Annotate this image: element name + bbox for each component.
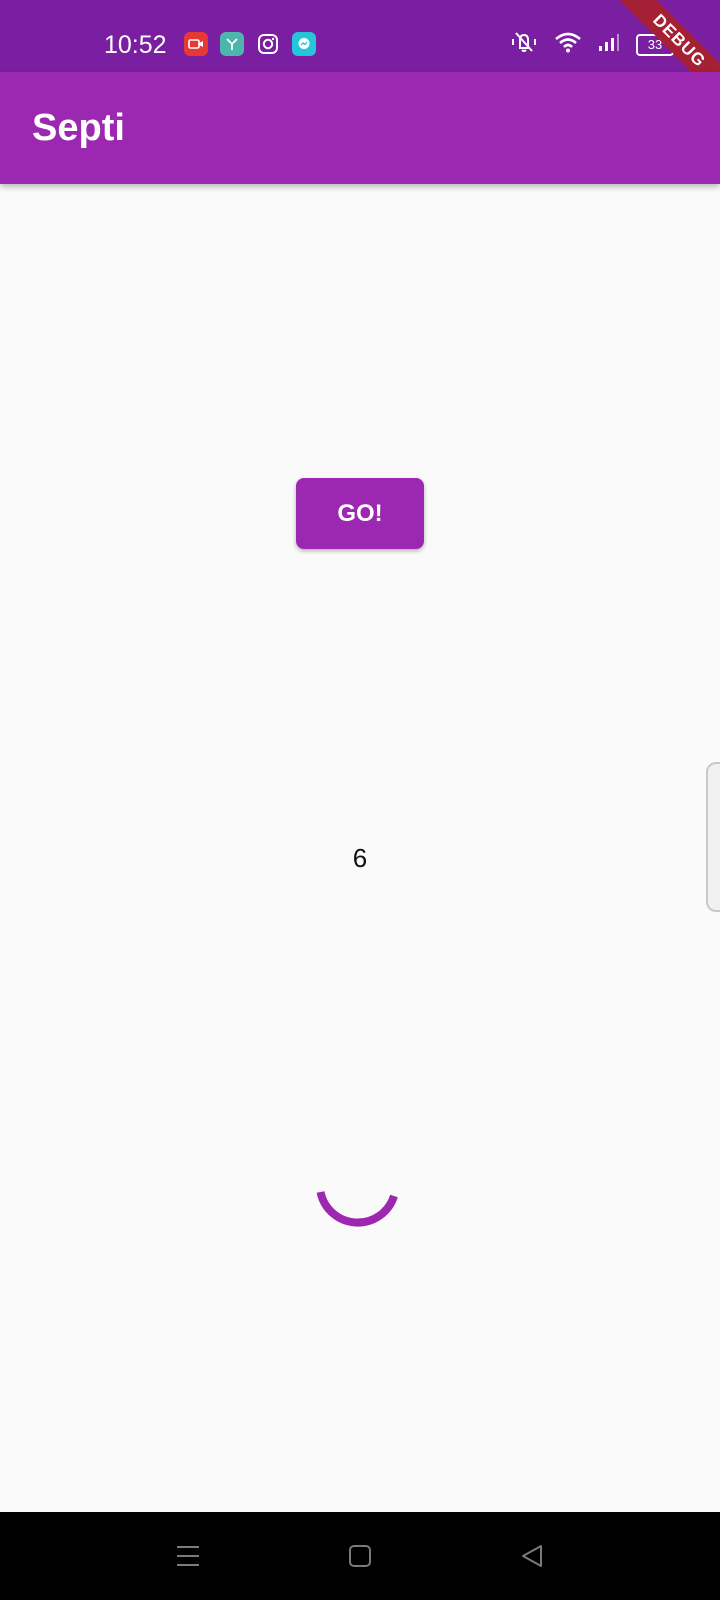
menu-icon[interactable] <box>168 1536 208 1576</box>
vibrate-off-icon <box>510 30 538 59</box>
messenger-icon <box>292 32 316 56</box>
status-bar: 10:52 33 DEBUG <box>0 0 720 111</box>
signal-icon <box>598 32 620 57</box>
system-icons: 33 <box>510 30 674 59</box>
edge-panel-handle[interactable] <box>706 762 720 912</box>
page-title: Septi <box>32 107 125 149</box>
back-icon[interactable] <box>512 1536 552 1576</box>
status-time: 10:52 <box>104 31 167 59</box>
home-icon[interactable] <box>340 1536 380 1576</box>
app-screen: 10:52 33 DEBUG Septi GO! 6 <box>0 0 720 1600</box>
counter-text: 6 <box>352 843 368 873</box>
instagram-icon <box>256 32 280 56</box>
loading-spinner-icon <box>316 1168 400 1252</box>
wifi-icon <box>554 31 582 58</box>
navigation-bar <box>0 1512 720 1600</box>
screen-recorder-icon <box>184 32 208 56</box>
app-bar: Septi <box>0 72 720 184</box>
go-button[interactable]: GO! <box>296 478 424 549</box>
app-icon <box>220 32 244 56</box>
notification-icons <box>184 32 316 56</box>
